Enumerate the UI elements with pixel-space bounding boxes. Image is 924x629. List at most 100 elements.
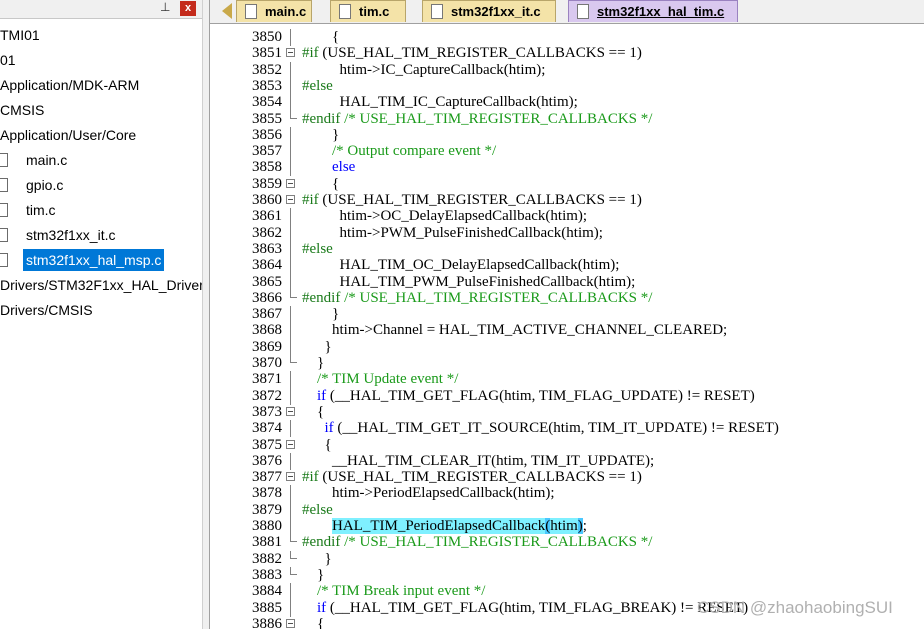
- panel-splitter[interactable]: [202, 0, 210, 629]
- project-group-item[interactable]: 01: [0, 49, 16, 71]
- fold-toggle-icon[interactable]: [286, 618, 295, 628]
- fold-toggle-icon[interactable]: [286, 406, 295, 416]
- project-group-item[interactable]: TMI01: [0, 24, 40, 46]
- code-line[interactable]: 3868 htim->Channel = HAL_TIM_ACTIVE_CHAN…: [210, 322, 924, 340]
- code-line[interactable]: 3862 htim->PWM_PulseFinishedCallback(hti…: [210, 224, 924, 242]
- code-line[interactable]: 3881 #endif /* USE_HAL_TIM_REGISTER_CALLB…: [210, 534, 924, 550]
- close-icon[interactable]: x: [180, 1, 196, 16]
- code-line[interactable]: 3870 }: [210, 355, 924, 371]
- code-line[interactable]: 3852 htim->IC_CaptureCallback(htim);: [210, 61, 924, 79]
- code-line[interactable]: 3858 else: [210, 159, 924, 177]
- code-line[interactable]: 3859 {: [210, 176, 924, 192]
- code-line[interactable]: 3850 {: [210, 29, 924, 46]
- fold-toggle-icon[interactable]: [286, 48, 295, 58]
- project-group-item[interactable]: CMSIS: [0, 99, 44, 121]
- code-line[interactable]: 3884 /* TIM Break input event */: [210, 583, 924, 601]
- code-line[interactable]: 3851 #if (USE_HAL_TIM_REGISTER_CALLBACKS …: [210, 45, 924, 61]
- project-group-item[interactable]: Drivers/STM32F1xx_HAL_Driver: [0, 274, 202, 296]
- project-group-item[interactable]: Application/MDK-ARM: [0, 74, 139, 96]
- fold-toggle-icon[interactable]: [286, 439, 295, 449]
- file-icon: [431, 4, 443, 19]
- code-line[interactable]: 3877 #if (USE_HAL_TIM_REGISTER_CALLBACKS …: [210, 469, 924, 485]
- line-number: 3872: [252, 387, 282, 404]
- fold-guide: [290, 208, 291, 226]
- fold-guide: [290, 224, 291, 242]
- code-text: }: [302, 306, 340, 323]
- line-number: 3859: [252, 175, 282, 192]
- project-item-label: CMSIS: [0, 102, 45, 118]
- code-text: if (__HAL_TIM_GET_IT_SOURCE(htim, TIM_IT…: [324, 420, 779, 437]
- code-text: HAL_TIM_IC_CaptureCallback(htim);: [302, 94, 578, 111]
- code-line[interactable]: 3882 }: [210, 550, 924, 567]
- code-line[interactable]: 3857 /* Output compare event */: [210, 143, 924, 161]
- tab-main-c[interactable]: main.c: [236, 0, 312, 22]
- line-number: 3868: [252, 322, 282, 339]
- fold-guide: [290, 371, 291, 389]
- code-line[interactable]: 3875 {: [210, 437, 924, 453]
- line-number: 3880: [252, 518, 282, 534]
- tab-label: stm32f1xx_hal_tim.c: [597, 4, 725, 19]
- tab-label: main.c: [265, 4, 307, 19]
- code-line[interactable]: 3856 }: [210, 126, 924, 144]
- tab-scroll-left-icon[interactable]: [222, 3, 232, 19]
- line-number: 3862: [252, 224, 282, 241]
- code-line[interactable]: 3874 if (__HAL_TIM_GET_IT_SOURCE(htim, T…: [210, 420, 924, 438]
- fold-guide: [290, 257, 291, 275]
- file-icon: [245, 4, 257, 19]
- code-editor[interactable]: 3850 {3851 #if (USE_HAL_TIM_REGISTER_CALL…: [210, 24, 924, 629]
- code-line[interactable]: 3876 __HAL_TIM_CLEAR_IT(htim, TIM_IT_UPD…: [210, 452, 924, 470]
- line-number: 3866: [252, 289, 282, 306]
- code-line[interactable]: 3865 HAL_TIM_PWM_PulseFinishedCallback(h…: [210, 273, 924, 291]
- line-number: 3886: [252, 615, 282, 629]
- project-item-label: gpio.c: [26, 177, 64, 193]
- code-text: {: [302, 29, 340, 45]
- tab-stm32f1xx-it-c[interactable]: stm32f1xx_it.c: [422, 0, 556, 22]
- fold-guide: [290, 126, 291, 144]
- fold-guide: [290, 420, 291, 438]
- pin-icon[interactable]: ⊥: [160, 0, 170, 14]
- line-number: 3860: [252, 192, 282, 208]
- code-text: #else: [302, 240, 333, 257]
- code-line[interactable]: 3873 {: [210, 404, 924, 420]
- code-line[interactable]: 3863 #else: [210, 240, 924, 258]
- editor-tab-bar: main.c tim.c stm32f1xx_it.c stm32f1xx_ha…: [210, 0, 924, 24]
- code-text: HAL_TIM_PWM_PulseFinishedCallback(htim);: [302, 273, 636, 290]
- code-line[interactable]: 3880 HAL_TIM_PeriodElapsedCallback(htim)…: [210, 518, 924, 535]
- tab-tim-c[interactable]: tim.c: [330, 0, 406, 22]
- fold-guide: [290, 485, 291, 503]
- code-line[interactable]: 3861 htim->OC_DelayElapsedCallback(htim)…: [210, 208, 924, 226]
- code-line[interactable]: 3871 /* TIM Update event */: [210, 371, 924, 389]
- project-group-item[interactable]: Drivers/CMSIS: [0, 299, 93, 321]
- code-text: htim->OC_DelayElapsedCallback(htim);: [302, 208, 588, 225]
- fold-guide: [290, 599, 291, 617]
- code-text: htim->PeriodElapsedCallback(htim);: [302, 485, 555, 502]
- line-number: 3870: [252, 355, 282, 371]
- watermark: CSDN @zhaohaobingSUI: [697, 598, 893, 617]
- code-text: }: [302, 338, 332, 355]
- code-line[interactable]: 3854 HAL_TIM_IC_CaptureCallback(htim);: [210, 94, 924, 112]
- code-line[interactable]: 3867 }: [210, 306, 924, 324]
- code-text: }: [302, 355, 325, 371]
- fold-toggle-icon[interactable]: [286, 472, 295, 482]
- fold-toggle-icon[interactable]: [286, 195, 295, 204]
- code-line[interactable]: 3879 #else: [210, 501, 924, 519]
- code-line[interactable]: 3869 }: [210, 338, 924, 356]
- code-line[interactable]: 3855 #endif /* USE_HAL_TIM_REGISTER_CALLB…: [210, 110, 924, 127]
- fold-end-marker: [290, 534, 297, 543]
- code-line[interactable]: 3860 #if (USE_HAL_TIM_REGISTER_CALLBACKS …: [210, 192, 924, 208]
- fold-guide: [290, 452, 291, 470]
- code-text: if (__HAL_TIM_GET_FLAG(htim, TIM_FLAG_UP…: [317, 387, 755, 404]
- code-line[interactable]: 3866 #endif /* USE_HAL_TIM_REGISTER_CALLB…: [210, 289, 924, 306]
- code-text: if (__HAL_TIM_GET_FLAG(htim, TIM_FLAG_BR…: [317, 599, 749, 616]
- code-text: {: [302, 615, 325, 629]
- code-line[interactable]: 3872 if (__HAL_TIM_GET_FLAG(htim, TIM_FL…: [210, 387, 924, 405]
- project-group-item[interactable]: Application/User/Core: [0, 124, 136, 146]
- code-line[interactable]: 3878 htim->PeriodElapsedCallback(htim);: [210, 485, 924, 503]
- fold-guide: [290, 240, 291, 258]
- tab-stm32f1xx-hal-tim-c[interactable]: stm32f1xx_hal_tim.c: [568, 0, 738, 22]
- code-line[interactable]: 3864 HAL_TIM_OC_DelayElapsedCallback(hti…: [210, 257, 924, 275]
- fold-toggle-icon[interactable]: [286, 178, 295, 188]
- line-number: 3869: [252, 338, 282, 355]
- code-line[interactable]: 3853 #else: [210, 77, 924, 95]
- code-line[interactable]: 3883 }: [210, 566, 924, 583]
